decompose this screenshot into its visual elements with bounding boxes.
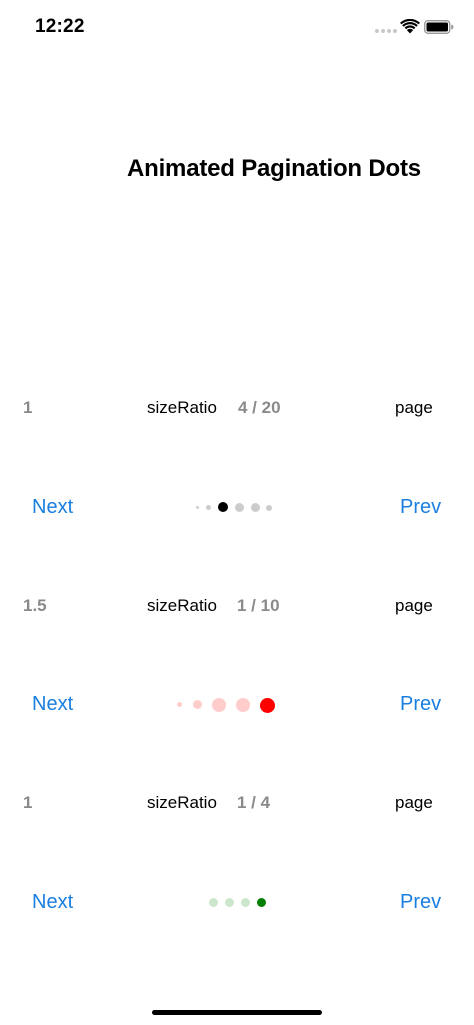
size-ratio-label: sizeRatio <box>147 793 217 812</box>
cellular-signal-icon <box>375 29 397 33</box>
pagination-dot <box>241 898 250 907</box>
size-ratio-label: sizeRatio <box>147 398 217 417</box>
pagination-dot <box>177 702 182 707</box>
pagination-dot <box>235 503 244 512</box>
pagination-dot <box>193 700 202 709</box>
pagination-row-3-controls: Next Prev <box>0 888 474 918</box>
size-ratio-value: 1.5 <box>23 596 47 615</box>
pagination-dot <box>251 503 260 512</box>
page-label: page <box>395 596 433 615</box>
size-ratio-label: sizeRatio <box>147 596 217 615</box>
wifi-icon <box>400 19 420 34</box>
pagination-dot <box>209 898 218 907</box>
page-count: 4 / 20 <box>238 398 281 417</box>
page-count: 1 / 4 <box>237 793 271 812</box>
page-label: page <box>395 793 433 812</box>
size-ratio-value: 1 <box>23 793 33 812</box>
status-time: 12:22 <box>35 16 85 37</box>
page-count: 1 / 10 <box>237 596 280 615</box>
home-indicator[interactable] <box>152 1010 322 1015</box>
pagination-dot-active <box>218 502 228 512</box>
size-ratio-value: 1 <box>23 398 33 417</box>
pagination-row-1-info: 1 sizeRatio 4 / 20 page <box>0 398 474 422</box>
pagination-dot <box>212 698 226 712</box>
pagination-row-2-controls: Next Prev <box>0 690 474 720</box>
battery-icon <box>424 20 454 34</box>
status-bar: 12:22 <box>0 0 474 56</box>
pagination-dot <box>236 698 250 712</box>
pagination-row-2-info: 1.5 sizeRatio 1 / 10 page <box>0 596 474 620</box>
pagination-dot <box>206 505 211 510</box>
pagination-dot <box>266 505 272 511</box>
pagination-row-3-info: 1 sizeRatio 1 / 4 page <box>0 793 474 817</box>
pagination-row-1-controls: Next Prev <box>0 493 474 523</box>
pagination-dot-active <box>257 898 266 907</box>
page-title: Animated Pagination Dots <box>127 155 421 182</box>
prev-button[interactable]: Prev <box>400 891 441 914</box>
page-label: page <box>395 398 433 417</box>
prev-button[interactable]: Prev <box>400 496 441 519</box>
pagination-dot-active <box>260 698 275 713</box>
pagination-dot <box>225 898 234 907</box>
pagination-dot <box>196 506 199 509</box>
prev-button[interactable]: Prev <box>400 693 441 716</box>
